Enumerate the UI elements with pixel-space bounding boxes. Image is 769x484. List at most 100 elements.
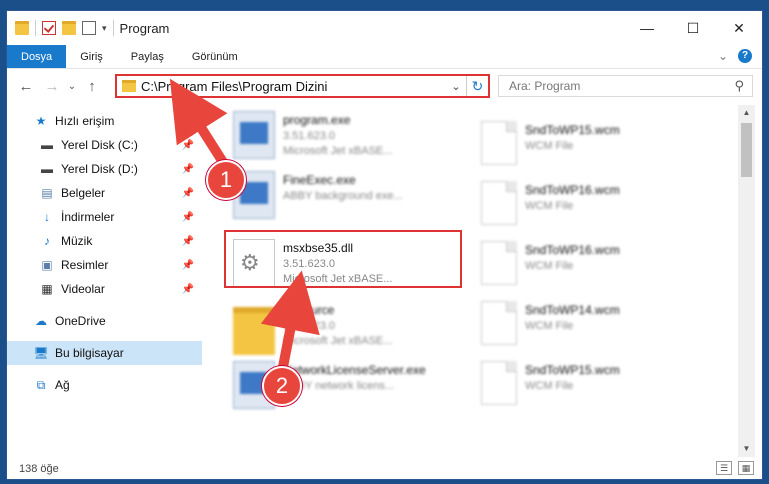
new-folder-icon[interactable] <box>62 21 76 35</box>
pin-icon[interactable]: 📌 <box>182 188 194 199</box>
document-icon <box>481 181 517 225</box>
search-input[interactable]: Ara: Program ⚲ <box>498 75 753 97</box>
properties-check-icon[interactable] <box>42 21 56 35</box>
quick-access-toolbar: ▾ <box>7 20 114 36</box>
download-icon: ↓ <box>44 210 50 224</box>
file-item[interactable]: SndToWP15.wcm WCM File <box>481 121 620 165</box>
step-2-badge: 2 <box>262 366 302 406</box>
back-arrow-icon[interactable]: ← <box>13 78 39 95</box>
sidebar-item-downloads[interactable]: ↓ İndirmeler 📌 <box>7 205 202 229</box>
music-icon: ♪ <box>44 234 50 248</box>
file-item[interactable]: SndToWP16.wcm WCM File <box>481 241 620 285</box>
star-icon: ★ <box>35 114 47 128</box>
file-description: Microsoft Jet xBASE... <box>283 145 393 157</box>
up-arrow-icon[interactable]: ↑ <box>79 78 105 95</box>
item-count: 138 öğe <box>19 463 59 475</box>
search-icon: ⚲ <box>734 78 744 93</box>
address-path[interactable]: C:\Program Files\Program Dizini <box>141 79 446 94</box>
folder-icon <box>122 80 136 92</box>
sidebar-item-videos[interactable]: ▦ Videolar 📌 <box>7 277 202 301</box>
maximize-button[interactable]: ☐ <box>670 11 716 45</box>
sidebar-item-pictures[interactable]: ▣ Resimler 📌 <box>7 253 202 277</box>
refresh-icon[interactable]: ↻ <box>466 76 488 96</box>
file-version: 3.51.623.0 <box>283 130 335 142</box>
file-name: SndToWP15.wcm <box>525 363 620 377</box>
sidebar-item-disk-c[interactable]: ▬ Yerel Disk (C:) 📌 <box>7 133 202 157</box>
tab-paylas[interactable]: Paylaş <box>117 45 178 68</box>
sidebar-item-onedrive[interactable]: ☁ OneDrive <box>7 309 202 333</box>
sidebar-item-this-pc[interactable]: 🖥 Bu bilgisayar <box>7 341 202 365</box>
address-dropdown-chevron-icon[interactable]: ⌄ <box>446 80 466 93</box>
separator <box>35 20 36 36</box>
sidebar-item-label: Bu bilgisayar <box>55 346 124 360</box>
rename-icon[interactable] <box>82 21 96 35</box>
pin-icon[interactable]: 📌 <box>182 140 194 151</box>
file-name: SndToWP16.wcm <box>525 183 620 197</box>
file-description: ABBY background exe... <box>283 190 403 202</box>
scroll-up-icon[interactable]: ▲ <box>738 105 755 121</box>
file-item[interactable]: FineExec.exe ABBY background exe... <box>233 171 403 219</box>
sidebar-item-label: Yerel Disk (C:) <box>61 138 138 152</box>
forward-arrow-icon[interactable]: → <box>39 78 65 95</box>
details-view-icon[interactable]: ☰ <box>716 461 732 475</box>
pin-icon[interactable]: 📌 <box>182 260 194 271</box>
computer-icon: 🖥 <box>33 346 49 360</box>
vertical-scrollbar[interactable]: ▲ ▼ <box>738 105 755 457</box>
step-1-badge: 1 <box>206 160 246 200</box>
sidebar-item-label: Belgeler <box>61 186 106 200</box>
file-version: 3.51.623.0 <box>283 320 335 332</box>
file-type: WCM File <box>525 260 574 272</box>
exe-icon <box>233 111 275 159</box>
sidebar-item-disk-d[interactable]: ▬ Yerel Disk (D:) 📌 <box>7 157 202 181</box>
scroll-down-icon[interactable]: ▼ <box>738 441 755 457</box>
expand-ribbon-icon[interactable]: ⌄ <box>718 49 728 63</box>
cloud-icon: ☁ <box>35 314 47 328</box>
file-name: SndToWP14.wcm <box>525 303 620 317</box>
customize-chevron-icon[interactable]: ▾ <box>102 23 107 34</box>
pin-icon[interactable]: 📌 <box>182 212 194 223</box>
status-bar: 138 öğe ☰ ▦ <box>7 457 762 479</box>
recent-locations-chevron-icon[interactable]: ⌄ <box>65 81 79 92</box>
sidebar-item-label: Videolar <box>61 282 105 296</box>
file-name: FineExec.exe <box>283 173 356 187</box>
address-bar[interactable]: C:\Program Files\Program Dizini ⌄ ↻ <box>115 74 490 98</box>
help-icon[interactable]: ? <box>738 49 752 63</box>
sidebar-item-label: OneDrive <box>55 314 106 328</box>
pin-icon[interactable]: 📌 <box>182 164 194 175</box>
separator <box>112 20 114 36</box>
sidebar-item-network[interactable]: ⧉ Ağ <box>7 373 202 397</box>
file-item[interactable]: program.exe 3.51.623.0 Microsoft Jet xBA… <box>233 111 392 159</box>
scroll-thumb[interactable] <box>741 123 752 177</box>
navigation-pane: ★ Hızlı erişim ▬ Yerel Disk (C:) 📌 ▬ Yer… <box>7 105 202 445</box>
file-item[interactable]: SndToWP16.wcm WCM File <box>481 181 620 225</box>
close-button[interactable]: ✕ <box>716 11 762 45</box>
sidebar-item-label: Resimler <box>61 258 109 272</box>
tab-gorunum[interactable]: Görünüm <box>178 45 252 68</box>
document-icon <box>481 361 517 405</box>
large-icons-view-icon[interactable]: ▦ <box>738 461 754 475</box>
sidebar-item-music[interactable]: ♪ Müzik 📌 <box>7 229 202 253</box>
tab-dosya[interactable]: Dosya <box>7 45 67 68</box>
file-item[interactable]: SndToWP14.wcm WCM File <box>481 301 620 345</box>
sidebar-item-label: Ağ <box>55 378 70 392</box>
file-type: WCM File <box>525 380 574 392</box>
drive-icon: ▬ <box>41 162 53 176</box>
sidebar-item-quick-access[interactable]: ★ Hızlı erişim <box>7 109 202 133</box>
sidebar-item-label: Yerel Disk (D:) <box>61 162 138 176</box>
pin-icon[interactable]: 📌 <box>182 236 194 247</box>
minimize-button[interactable]: — <box>624 11 670 45</box>
file-name: SndToWP15.wcm <box>525 123 620 137</box>
folder-icon <box>233 307 275 355</box>
file-description: ABBY network licens... <box>283 380 395 392</box>
sidebar-item-documents[interactable]: ▤ Belgeler 📌 <box>7 181 202 205</box>
file-item[interactable]: Resource 3.51.623.0 Microsoft Jet xBASE.… <box>233 301 392 355</box>
file-name: Resource <box>283 303 335 317</box>
pictures-icon: ▣ <box>41 258 53 272</box>
pin-icon[interactable]: 📌 <box>182 284 194 295</box>
tab-giris[interactable]: Giriş <box>66 45 117 68</box>
view-switcher: ☰ ▦ <box>716 461 754 475</box>
title-bar: ▾ Program — ☐ ✕ <box>7 11 762 45</box>
file-item[interactable]: SndToWP15.wcm WCM File <box>481 361 620 405</box>
drive-icon: ▬ <box>41 138 53 152</box>
file-name: SndToWP16.wcm <box>525 243 620 257</box>
